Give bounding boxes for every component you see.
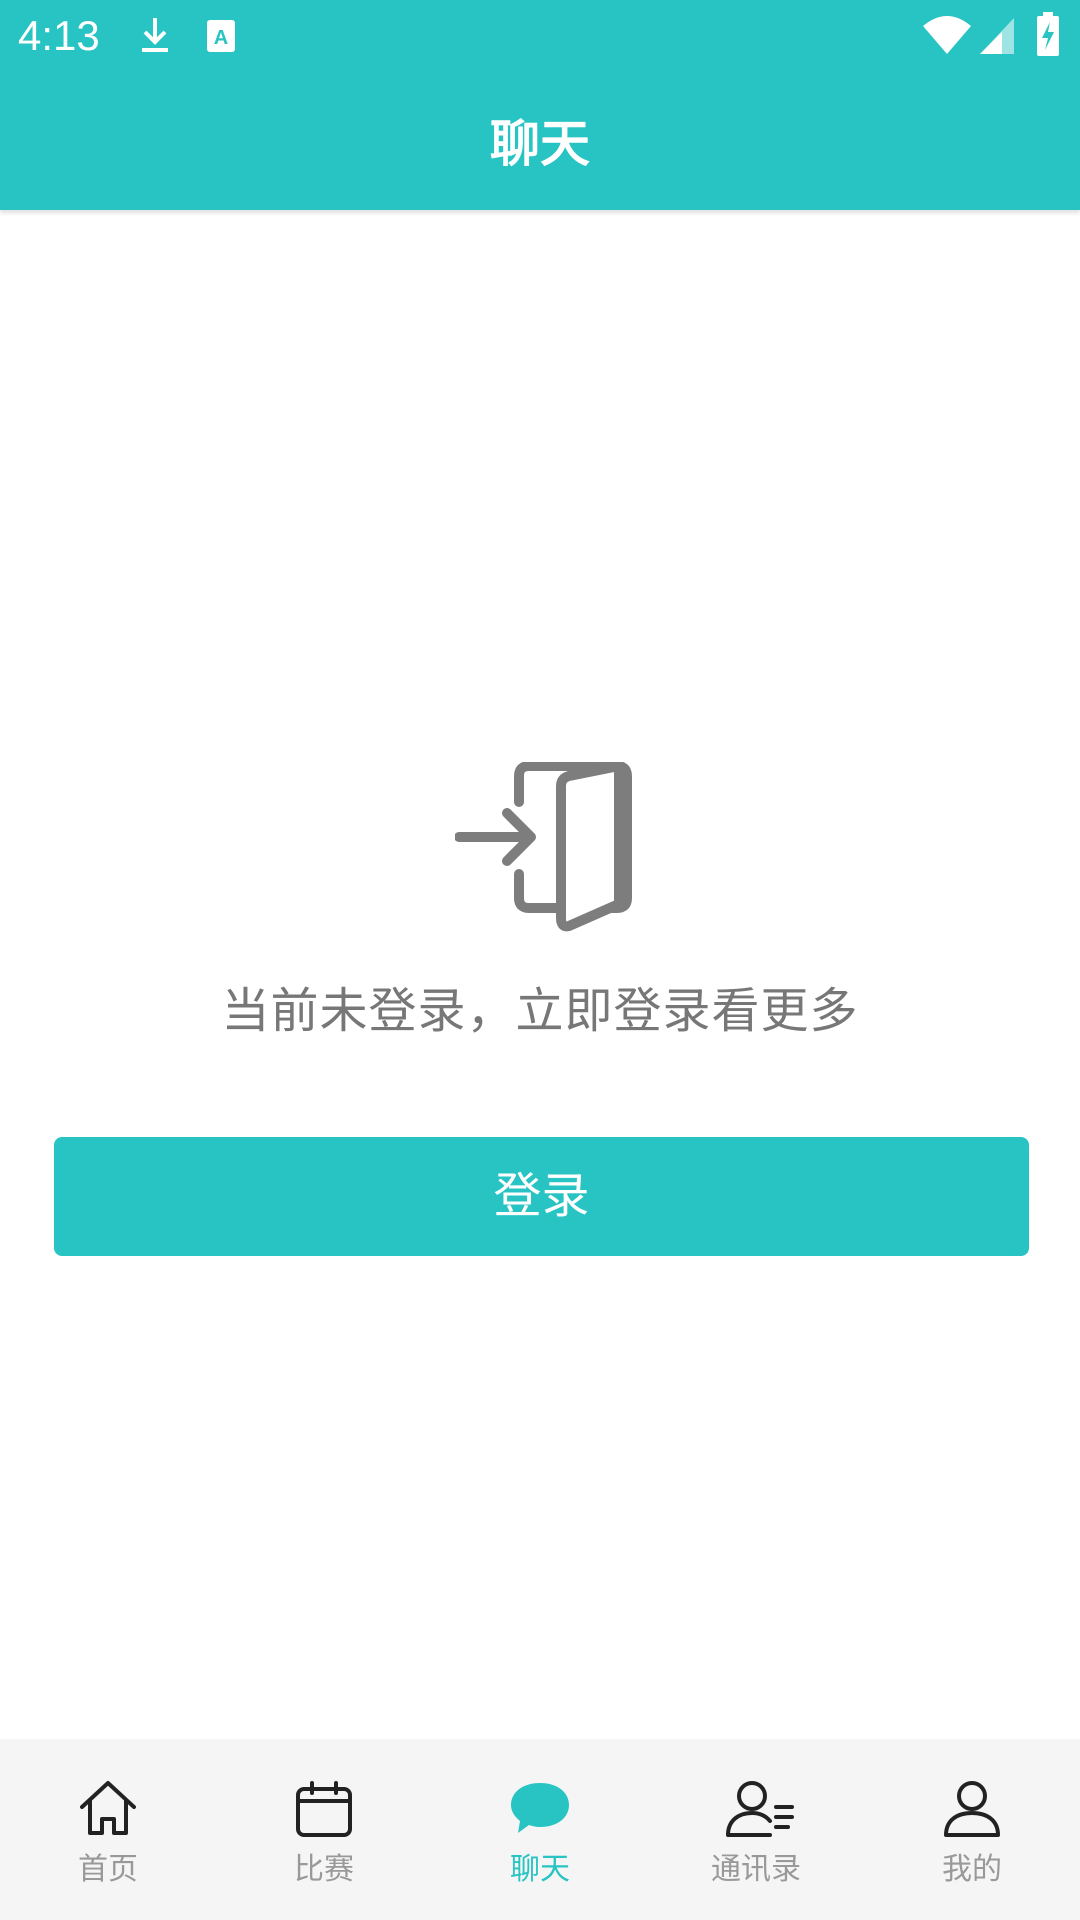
login-door-icon (455, 762, 632, 932)
nav-item-home[interactable]: 首页 (0, 1739, 216, 1920)
chat-bubble-icon (511, 1783, 569, 1833)
login-prompt-text: 当前未登录，立即登录看更多 (221, 983, 859, 1039)
status-time: 4:13 (18, 12, 100, 59)
profile-icon (944, 1781, 1000, 1837)
nav-item-match[interactable]: 比赛 (216, 1739, 432, 1920)
text-a-icon: A (207, 20, 235, 52)
nav-label-contacts: 通讯录 (711, 1852, 801, 1887)
login-button[interactable]: 登录 (54, 1137, 1029, 1256)
nav-item-mine[interactable]: 我的 (864, 1739, 1080, 1920)
nav-item-contacts[interactable]: 通讯录 (648, 1739, 864, 1920)
contacts-icon (726, 1781, 794, 1837)
app-bar: 聊天 (0, 72, 1080, 210)
calendar-icon (296, 1781, 352, 1837)
svg-text:A: A (214, 27, 228, 49)
nav-label-mine: 我的 (942, 1852, 1002, 1887)
status-bar: 4:13 A (0, 0, 1080, 72)
page-title: 聊天 (490, 115, 590, 173)
bottom-nav: 首页 比赛 聊天 通讯录 我的 (0, 1739, 1080, 1920)
battery-charging-icon (1037, 12, 1059, 56)
nav-label-chat: 聊天 (510, 1852, 570, 1887)
download-icon (142, 18, 168, 52)
wifi-icon (923, 16, 971, 54)
nav-item-chat[interactable]: 聊天 (432, 1739, 648, 1920)
nav-label-home: 首页 (78, 1852, 138, 1887)
nav-label-match: 比赛 (294, 1852, 354, 1887)
signal-icon (980, 18, 1014, 54)
home-icon (80, 1781, 136, 1835)
